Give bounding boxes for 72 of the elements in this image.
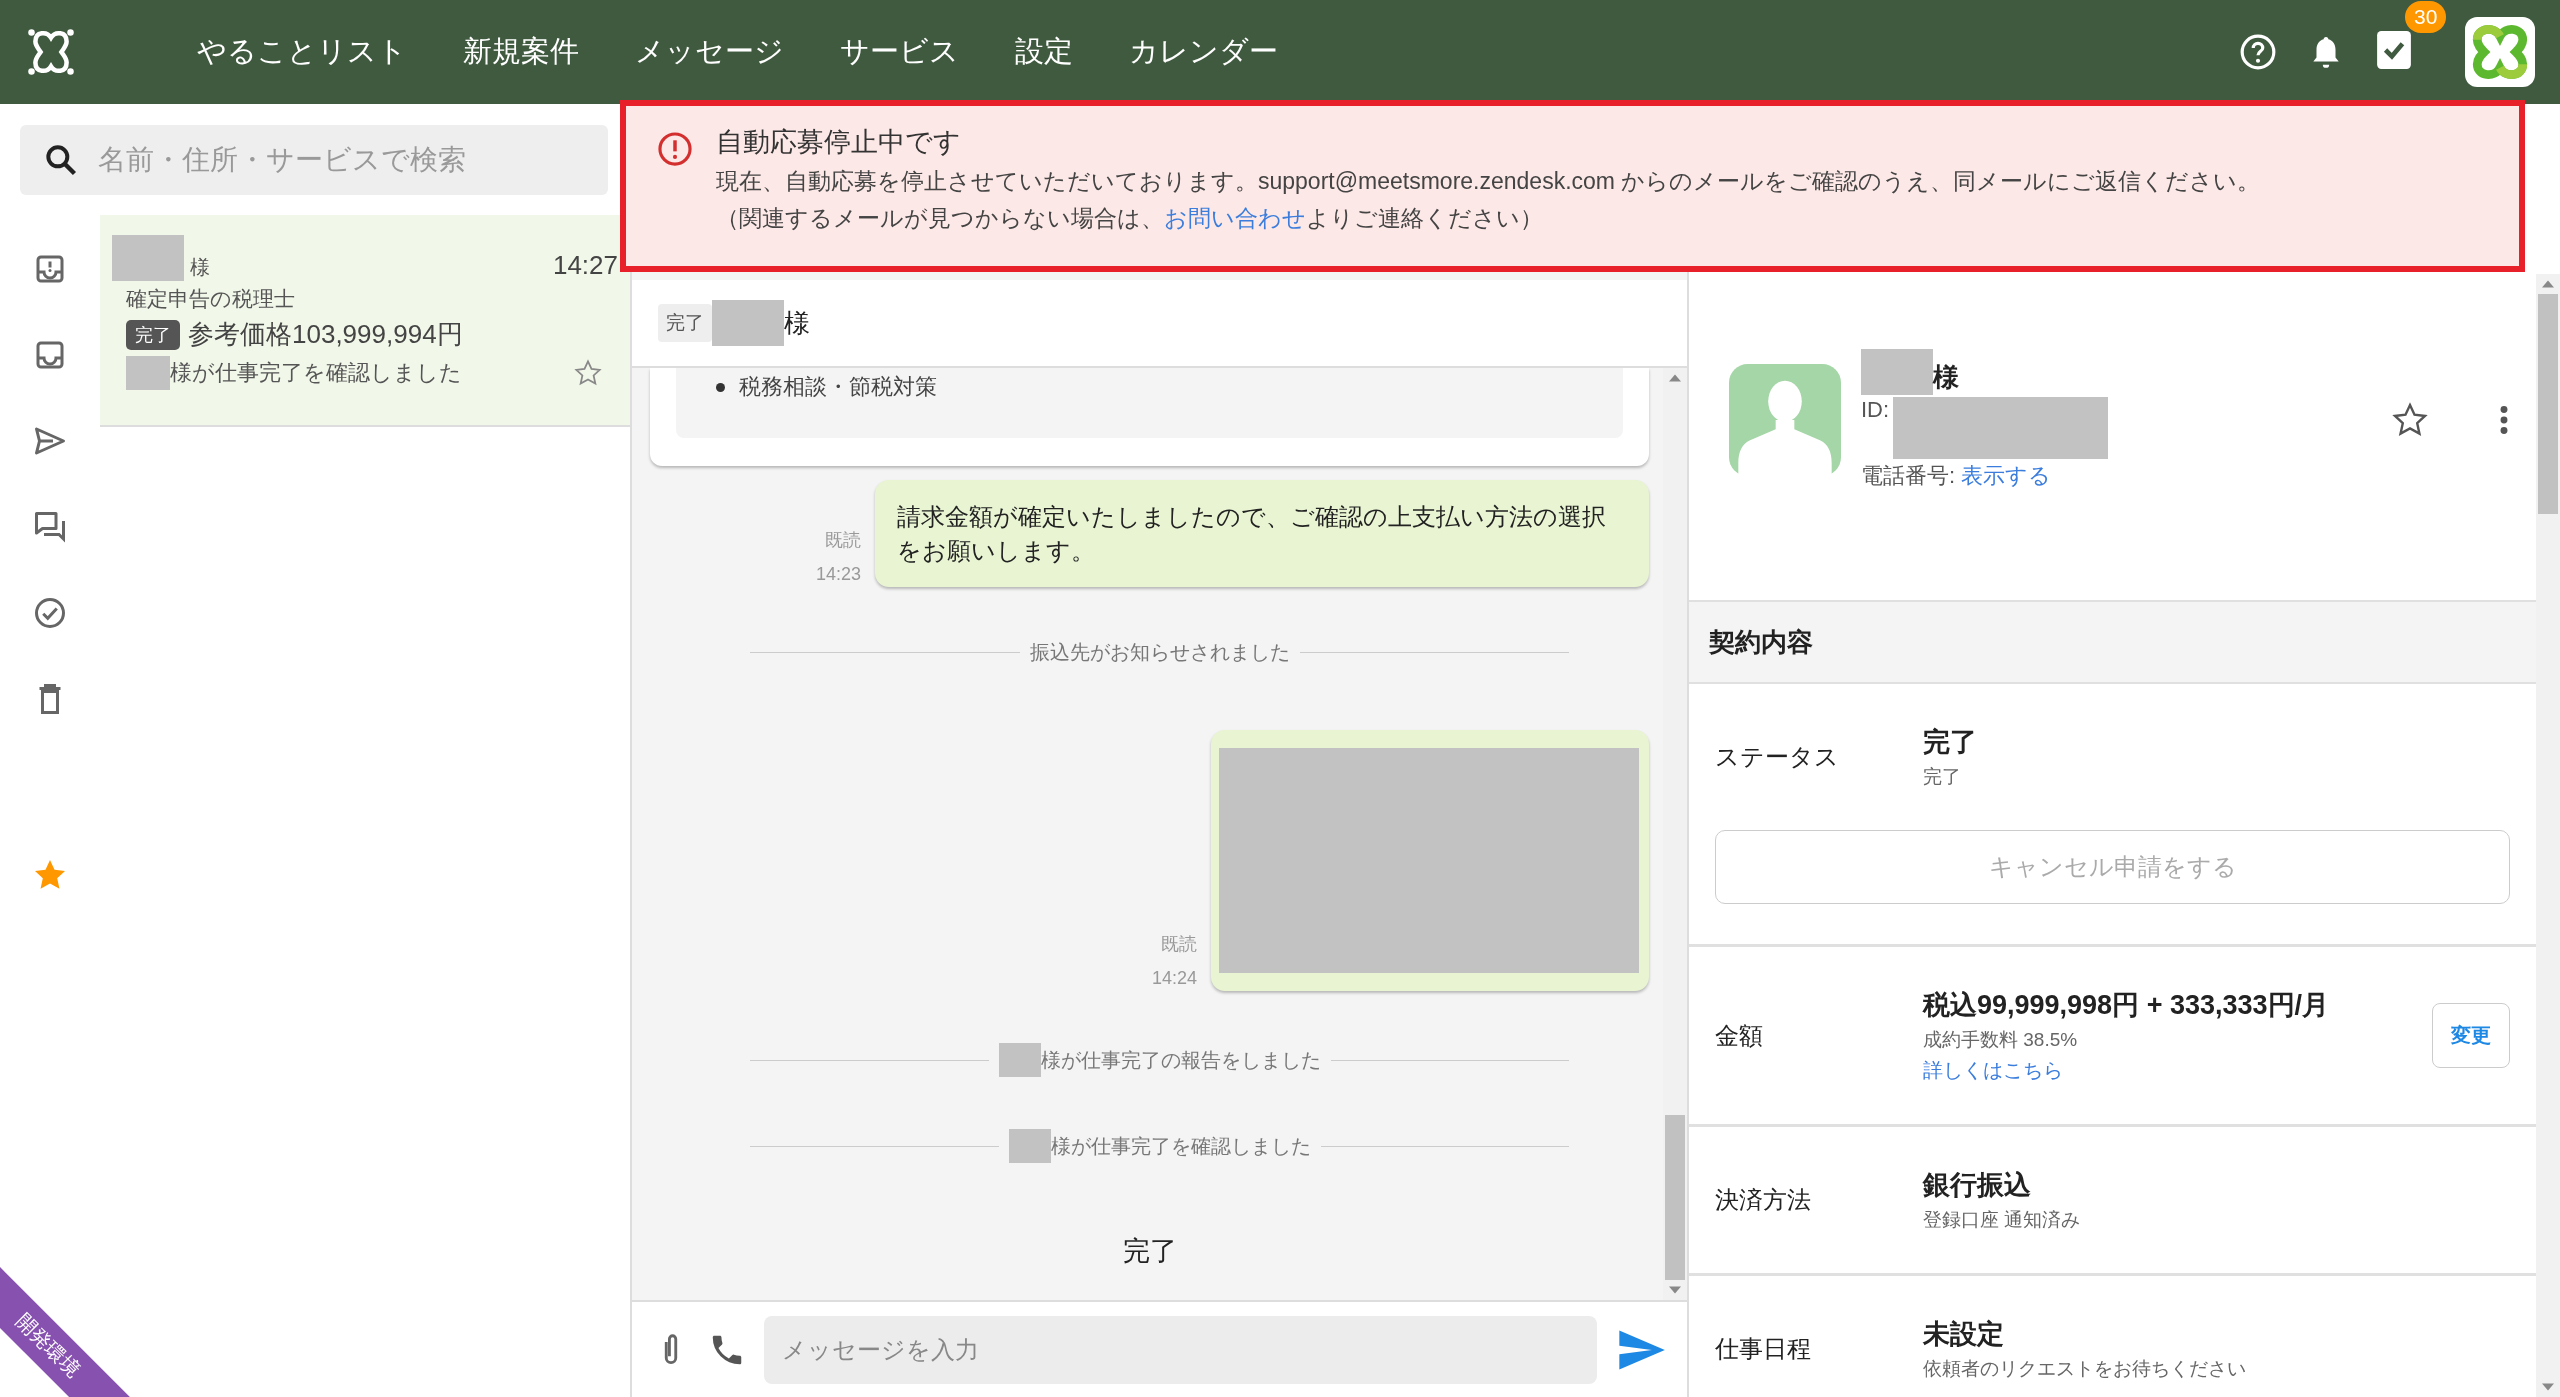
nav-link[interactable]: サービス [840, 32, 959, 72]
scrollbar-thumb[interactable] [1665, 1115, 1685, 1280]
scroll-up-icon[interactable] [1669, 374, 1681, 382]
event-text: 様が仕事完了を確認しました [1050, 1133, 1311, 1159]
status-tag: 完了 [126, 319, 180, 350]
nav-link[interactable]: やることリスト [197, 32, 407, 72]
avatar-icon [1729, 364, 1841, 476]
list-item-text: 税務相談・節税対策 [739, 373, 937, 401]
show-phone-link[interactable]: 表示する [1961, 463, 2052, 488]
nav-link[interactable]: 設定 [1015, 32, 1073, 72]
error-icon [656, 130, 694, 168]
redacted-block [112, 235, 184, 281]
message-bubble: 請求金額が確定いたしましたので、ご確認の上支払い方法の選択をお願いします。 [875, 480, 1649, 588]
section-header: 契約内容 [1689, 602, 2536, 684]
id-label: ID: [1861, 397, 1890, 423]
field-label: 金額 [1715, 1020, 1764, 1051]
field-value: 銀行振込 [1923, 1169, 2032, 1202]
scrollbar-thumb[interactable] [2538, 294, 2558, 514]
redacted-block [126, 356, 170, 390]
bullet-dot [716, 382, 725, 392]
alert-title: 自動応募停止中です [716, 126, 962, 159]
details-link[interactable]: 詳しくはこちら [1923, 1057, 2329, 1084]
reference-price: 参考価格103,999,994円 [188, 318, 463, 351]
field-label: 決済方法 [1715, 1185, 1812, 1215]
status-tag: 完了 [658, 304, 712, 342]
field-note: 登録口座 通知済み [1923, 1208, 2081, 1232]
last-message: 様が仕事完了を確認しました [170, 359, 462, 387]
message-time: 14:23 [815, 564, 861, 586]
scrollbar[interactable] [2536, 274, 2560, 1397]
star-icon[interactable] [574, 359, 602, 387]
message-time: 14:27 [552, 250, 618, 281]
read-receipt: 既読 [1161, 933, 1197, 957]
nav-link[interactable]: メッセージ [635, 32, 784, 72]
nav-link[interactable]: 新規案件 [463, 32, 579, 72]
redacted-block [712, 300, 784, 346]
phone-label: 電話番号: [1861, 463, 1956, 488]
customer-name: 様 [784, 306, 810, 340]
read-receipt: 既読 [825, 529, 861, 553]
final-status: 完了 [1122, 1235, 1177, 1269]
message-time: 14:24 [1151, 968, 1197, 990]
chat-bubbles-icon[interactable] [32, 509, 68, 545]
field-value: 完了 [1923, 726, 1977, 759]
scroll-up-icon[interactable] [2542, 280, 2554, 288]
field-value: 未設定 [1923, 1318, 2005, 1351]
scroll-down-icon[interactable] [2542, 1383, 2554, 1391]
logo-icon[interactable] [25, 26, 77, 78]
message-input[interactable]: メッセージを入力 [764, 1315, 1597, 1384]
task-count-badge: 30 [2405, 1, 2447, 33]
field-note: 依頼者のリクエストをお待ちください [1923, 1357, 2246, 1381]
service-name: 確定申告の税理士 [125, 286, 296, 312]
search-field[interactable]: 名前・住所・サービスで検索 [20, 125, 608, 195]
scroll-down-icon[interactable] [1669, 1286, 1681, 1294]
conversation-card[interactable]: 様 14:27 確定申告の税理士 完了 参考価格103,999,994円 様が仕事完了を確認しました [100, 215, 630, 427]
field-note: 完了 [1923, 765, 1962, 789]
star-icon[interactable] [2392, 402, 2428, 438]
event-text: 振込先がお知らせされました [1029, 640, 1290, 666]
field-label: ステータス [1715, 742, 1840, 772]
change-button[interactable]: 変更 [2432, 1003, 2510, 1068]
event-text: 様が仕事完了の報告をしました [1040, 1047, 1321, 1073]
help-icon[interactable] [2239, 33, 2277, 71]
check-circle-icon[interactable] [32, 595, 68, 631]
alert-message: 現在、自動応募を停止させていただいております。support@meetsmore.zendesk.com からのメールをご確認のうえ、同メールにご返信ください。 [716, 167, 2261, 196]
account-logo-icon[interactable] [2465, 17, 2535, 87]
field-note: 成約手数料 38.5% [1923, 1028, 2079, 1052]
alert-note: （関連するメールが見つからない場合は、お問い合わせ よりご連絡ください） [716, 204, 1544, 233]
field-label: 仕事日程 [1715, 1334, 1812, 1364]
task-check-icon[interactable] [2375, 31, 2413, 69]
redacted-block [1861, 349, 1933, 395]
field-value: 税込99,999,998円 + 333,333円/月 [1923, 989, 2329, 1022]
customer-name: 様 [190, 255, 210, 280]
customer-name: 様 [1933, 361, 1959, 394]
nav-link[interactable]: カレンダー [1129, 32, 1278, 72]
